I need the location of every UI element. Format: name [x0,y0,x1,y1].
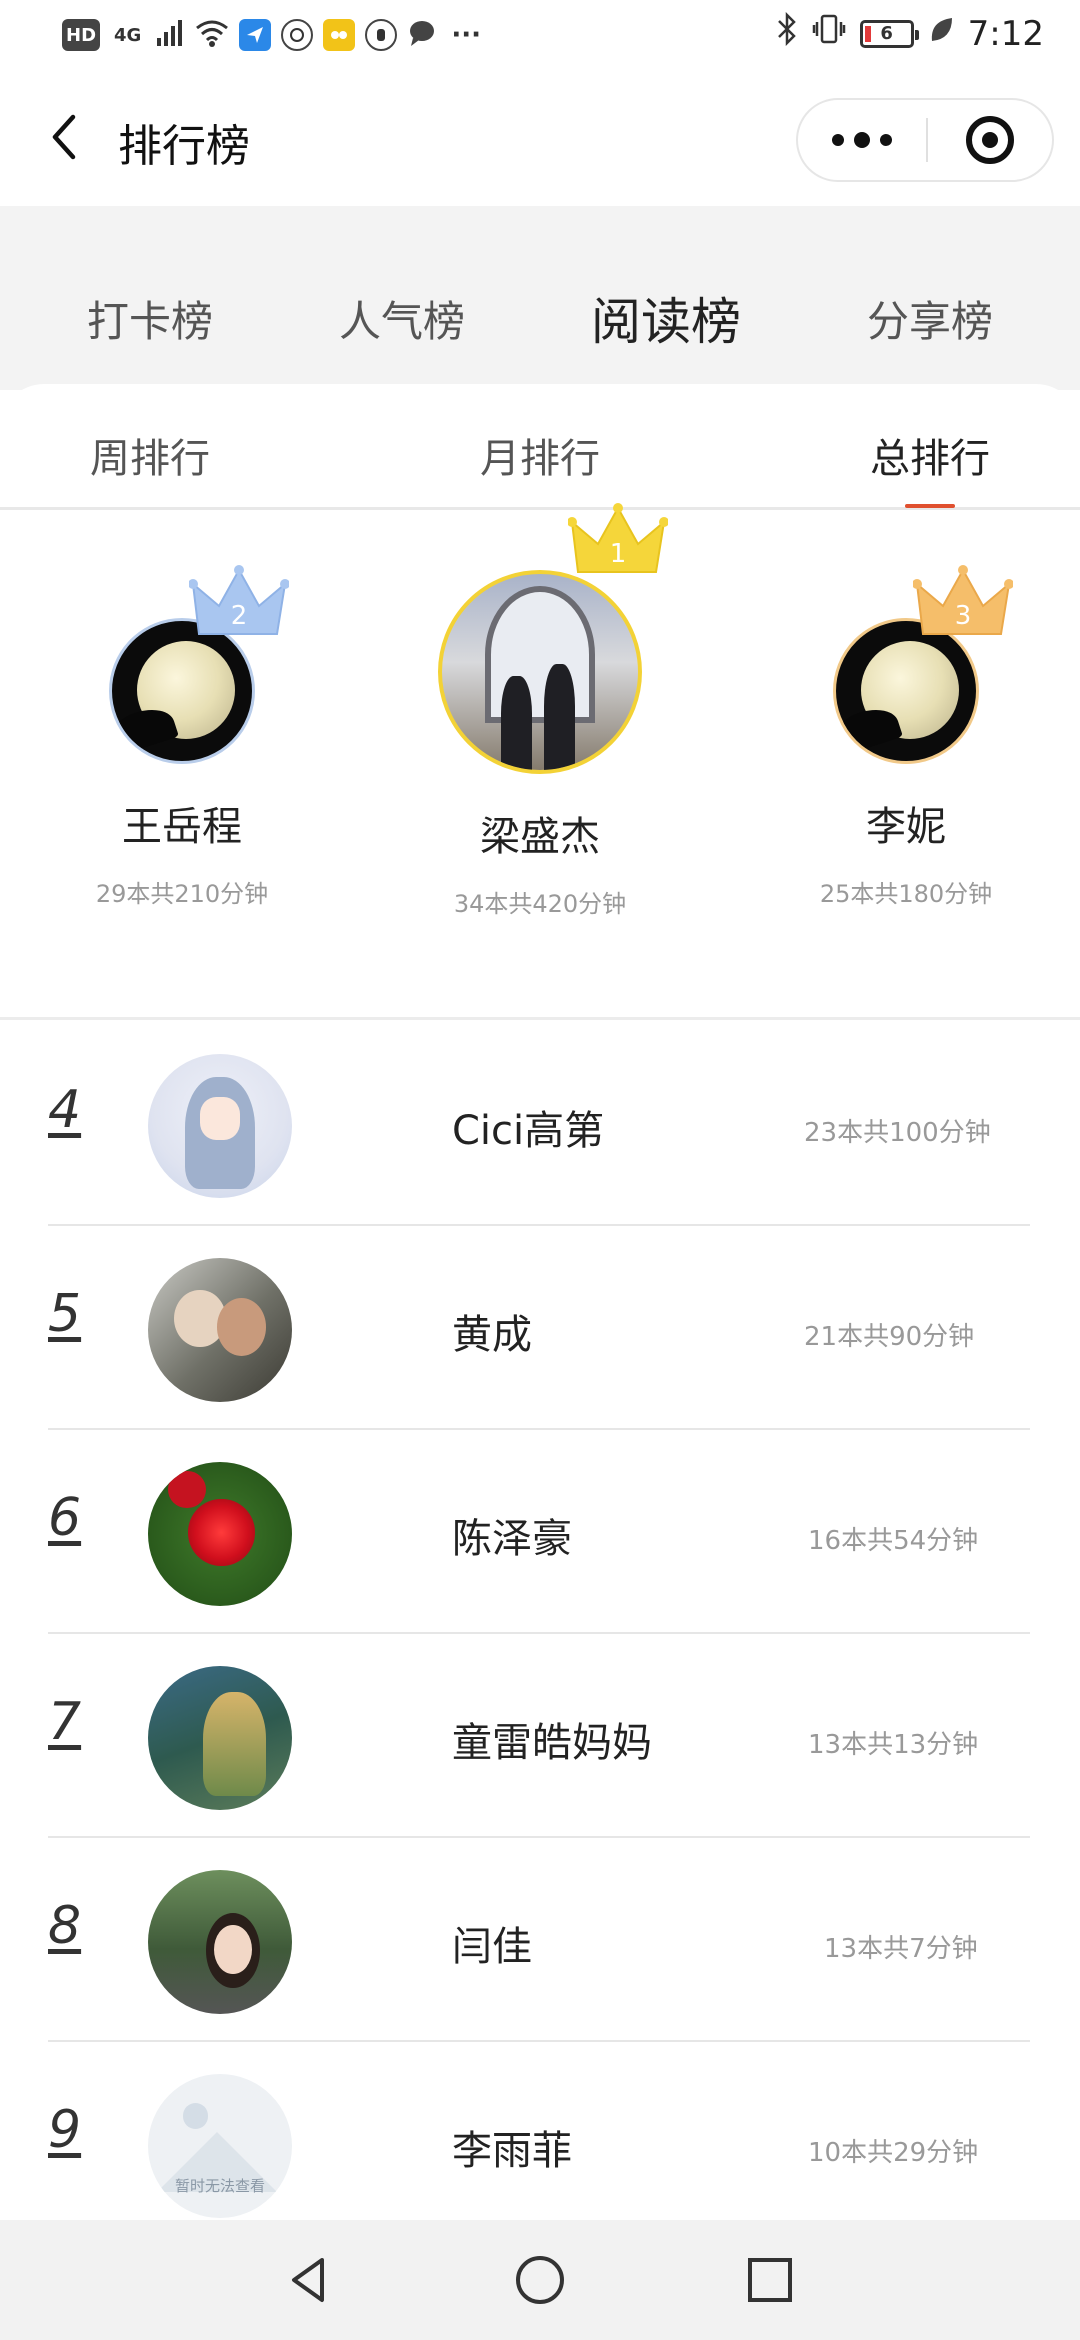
avatar-placeholder-text: 暂时无法查看 [174,2177,265,2195]
target-icon [966,116,1014,164]
tab-weekly[interactable]: 周排行 [90,426,210,484]
nav-bar: 排行榜 [0,72,1080,206]
crown-gold-icon: 1 [568,503,668,573]
tab-overall[interactable]: 总排行 [870,426,990,484]
avatar [148,1870,292,2014]
podium-item-2[interactable]: 2 王岳程 29本共210分钟 [62,565,302,909]
more-icon: ··· [451,20,481,50]
browser-icon [281,19,314,51]
reading-stat: 13本共7分钟 [824,1934,978,1964]
circle-home-icon [516,2256,564,2304]
avatar [148,1258,292,1402]
wifi-icon [195,18,229,52]
avatar [438,570,642,774]
system-nav-bar [0,2220,1080,2340]
tab-sharing[interactable]: 分享榜 [867,288,993,349]
avatar [148,1054,292,1198]
podium: 2 王岳程 29本共210分钟 1 梁盛杰 34本共420分钟 3 李妮 25本… [0,503,1080,1020]
crown-silver-icon: 2 [189,565,289,635]
vibrate-icon [812,12,846,55]
active-tab-indicator [905,504,955,508]
user-name: Cici高第 [452,1108,605,1154]
rank-number: 4 [48,1080,82,1140]
podium-stat: 29本共210分钟 [95,880,269,908]
user-name: 闫佳 [452,1924,532,1970]
crown-bronze-icon: 3 [913,565,1013,635]
rank-number: 8 [48,1896,82,1956]
tab-checkin[interactable]: 打卡榜 [87,288,213,349]
main-tabs-bar: 打卡榜 人气榜 阅读榜 分享榜 [0,206,1080,390]
miniprogram-capsule [796,98,1054,182]
chevron-left-icon [52,114,76,160]
tab-popularity[interactable]: 人气榜 [339,288,465,349]
close-miniprogram-button[interactable] [928,100,1052,180]
system-recents-button[interactable] [740,2250,800,2310]
hd-icon: HD [62,19,101,51]
clock-time: 7:12 [967,13,1044,54]
podium-stat: 34本共420分钟 [453,890,627,918]
battery-icon: 6 [859,19,919,48]
svg-text:2: 2 [231,601,248,631]
podium-stat: 25本共180分钟 [819,880,993,908]
podium-name: 李妮 [866,804,946,850]
avatar [148,1666,292,1810]
page-title: 排行榜 [118,121,250,172]
system-back-button[interactable] [280,2250,340,2310]
hand-icon [365,19,398,51]
svg-text:3: 3 [955,601,972,631]
ranking-row[interactable]: 8 闫佳 13本共7分钟 [48,1838,1030,2042]
app-icon [323,19,356,51]
signal-icon [155,18,185,52]
reading-stat: 10本共29分钟 [808,2138,979,2168]
more-options-button[interactable] [798,100,926,180]
user-name: 李雨菲 [452,2128,572,2174]
user-name: 陈泽豪 [452,1516,572,1562]
chat-icon [407,18,437,52]
podium-item-1[interactable]: 1 梁盛杰 34本共420分钟 [420,503,668,919]
back-button[interactable] [34,107,94,167]
user-name: 童雷皓妈妈 [452,1720,652,1766]
ranking-row[interactable]: 9 暂时无法查看 李雨菲 10本共29分钟 [48,2042,1030,2246]
reading-stat: 23本共100分钟 [804,1118,991,1148]
triangle-back-icon [292,2258,324,2302]
dot-icon [854,132,870,148]
system-home-button[interactable] [510,2250,570,2310]
ranking-row[interactable]: 4 Cici高第 23本共100分钟 [48,1022,1030,1226]
leaf-icon [928,14,954,54]
avatar-placeholder: 暂时无法查看 [148,2074,292,2218]
tab-monthly[interactable]: 月排行 [480,426,600,484]
ranking-row[interactable]: 7 童雷皓妈妈 13本共13分钟 [48,1634,1030,1838]
status-left-icons: HD 4G ··· [62,18,485,52]
square-recents-icon [748,2258,792,2302]
avatar [148,1462,292,1606]
send-icon [239,19,272,51]
reading-stat: 16本共54分钟 [808,1526,979,1556]
ranking-card: 周排行 月排行 总排行 2 王岳程 29本共210分钟 1 梁盛杰 34本共42… [0,384,1080,2220]
svg-text:1: 1 [610,539,627,569]
ranking-row[interactable]: 5 黄成 21本共90分钟 [48,1226,1030,1430]
podium-name: 梁盛杰 [480,814,600,860]
tab-reading[interactable]: 阅读榜 [591,282,741,354]
period-tabs: 周排行 月排行 总排行 [0,384,1080,510]
status-bar: HD 4G ··· 6 7:12 [0,0,1080,72]
dot-icon [880,134,892,146]
podium-name: 王岳程 [122,804,242,850]
user-name: 黄成 [452,1312,532,1358]
rank-number: 5 [48,1284,82,1344]
status-right-icons: 6 7:12 [776,11,1044,55]
reading-stat: 13本共13分钟 [808,1730,979,1760]
network-type-icon: 4G [114,24,142,46]
rank-number: 7 [48,1692,82,1752]
ranking-row[interactable]: 6 陈泽豪 16本共54分钟 [48,1430,1030,1634]
reading-stat: 21本共90分钟 [804,1322,975,1352]
dot-icon [832,134,844,146]
rank-number: 6 [48,1488,82,1548]
rank-number: 9 [48,2100,82,2160]
bluetooth-icon [776,11,798,55]
podium-item-3[interactable]: 3 李妮 25本共180分钟 [786,565,1026,909]
